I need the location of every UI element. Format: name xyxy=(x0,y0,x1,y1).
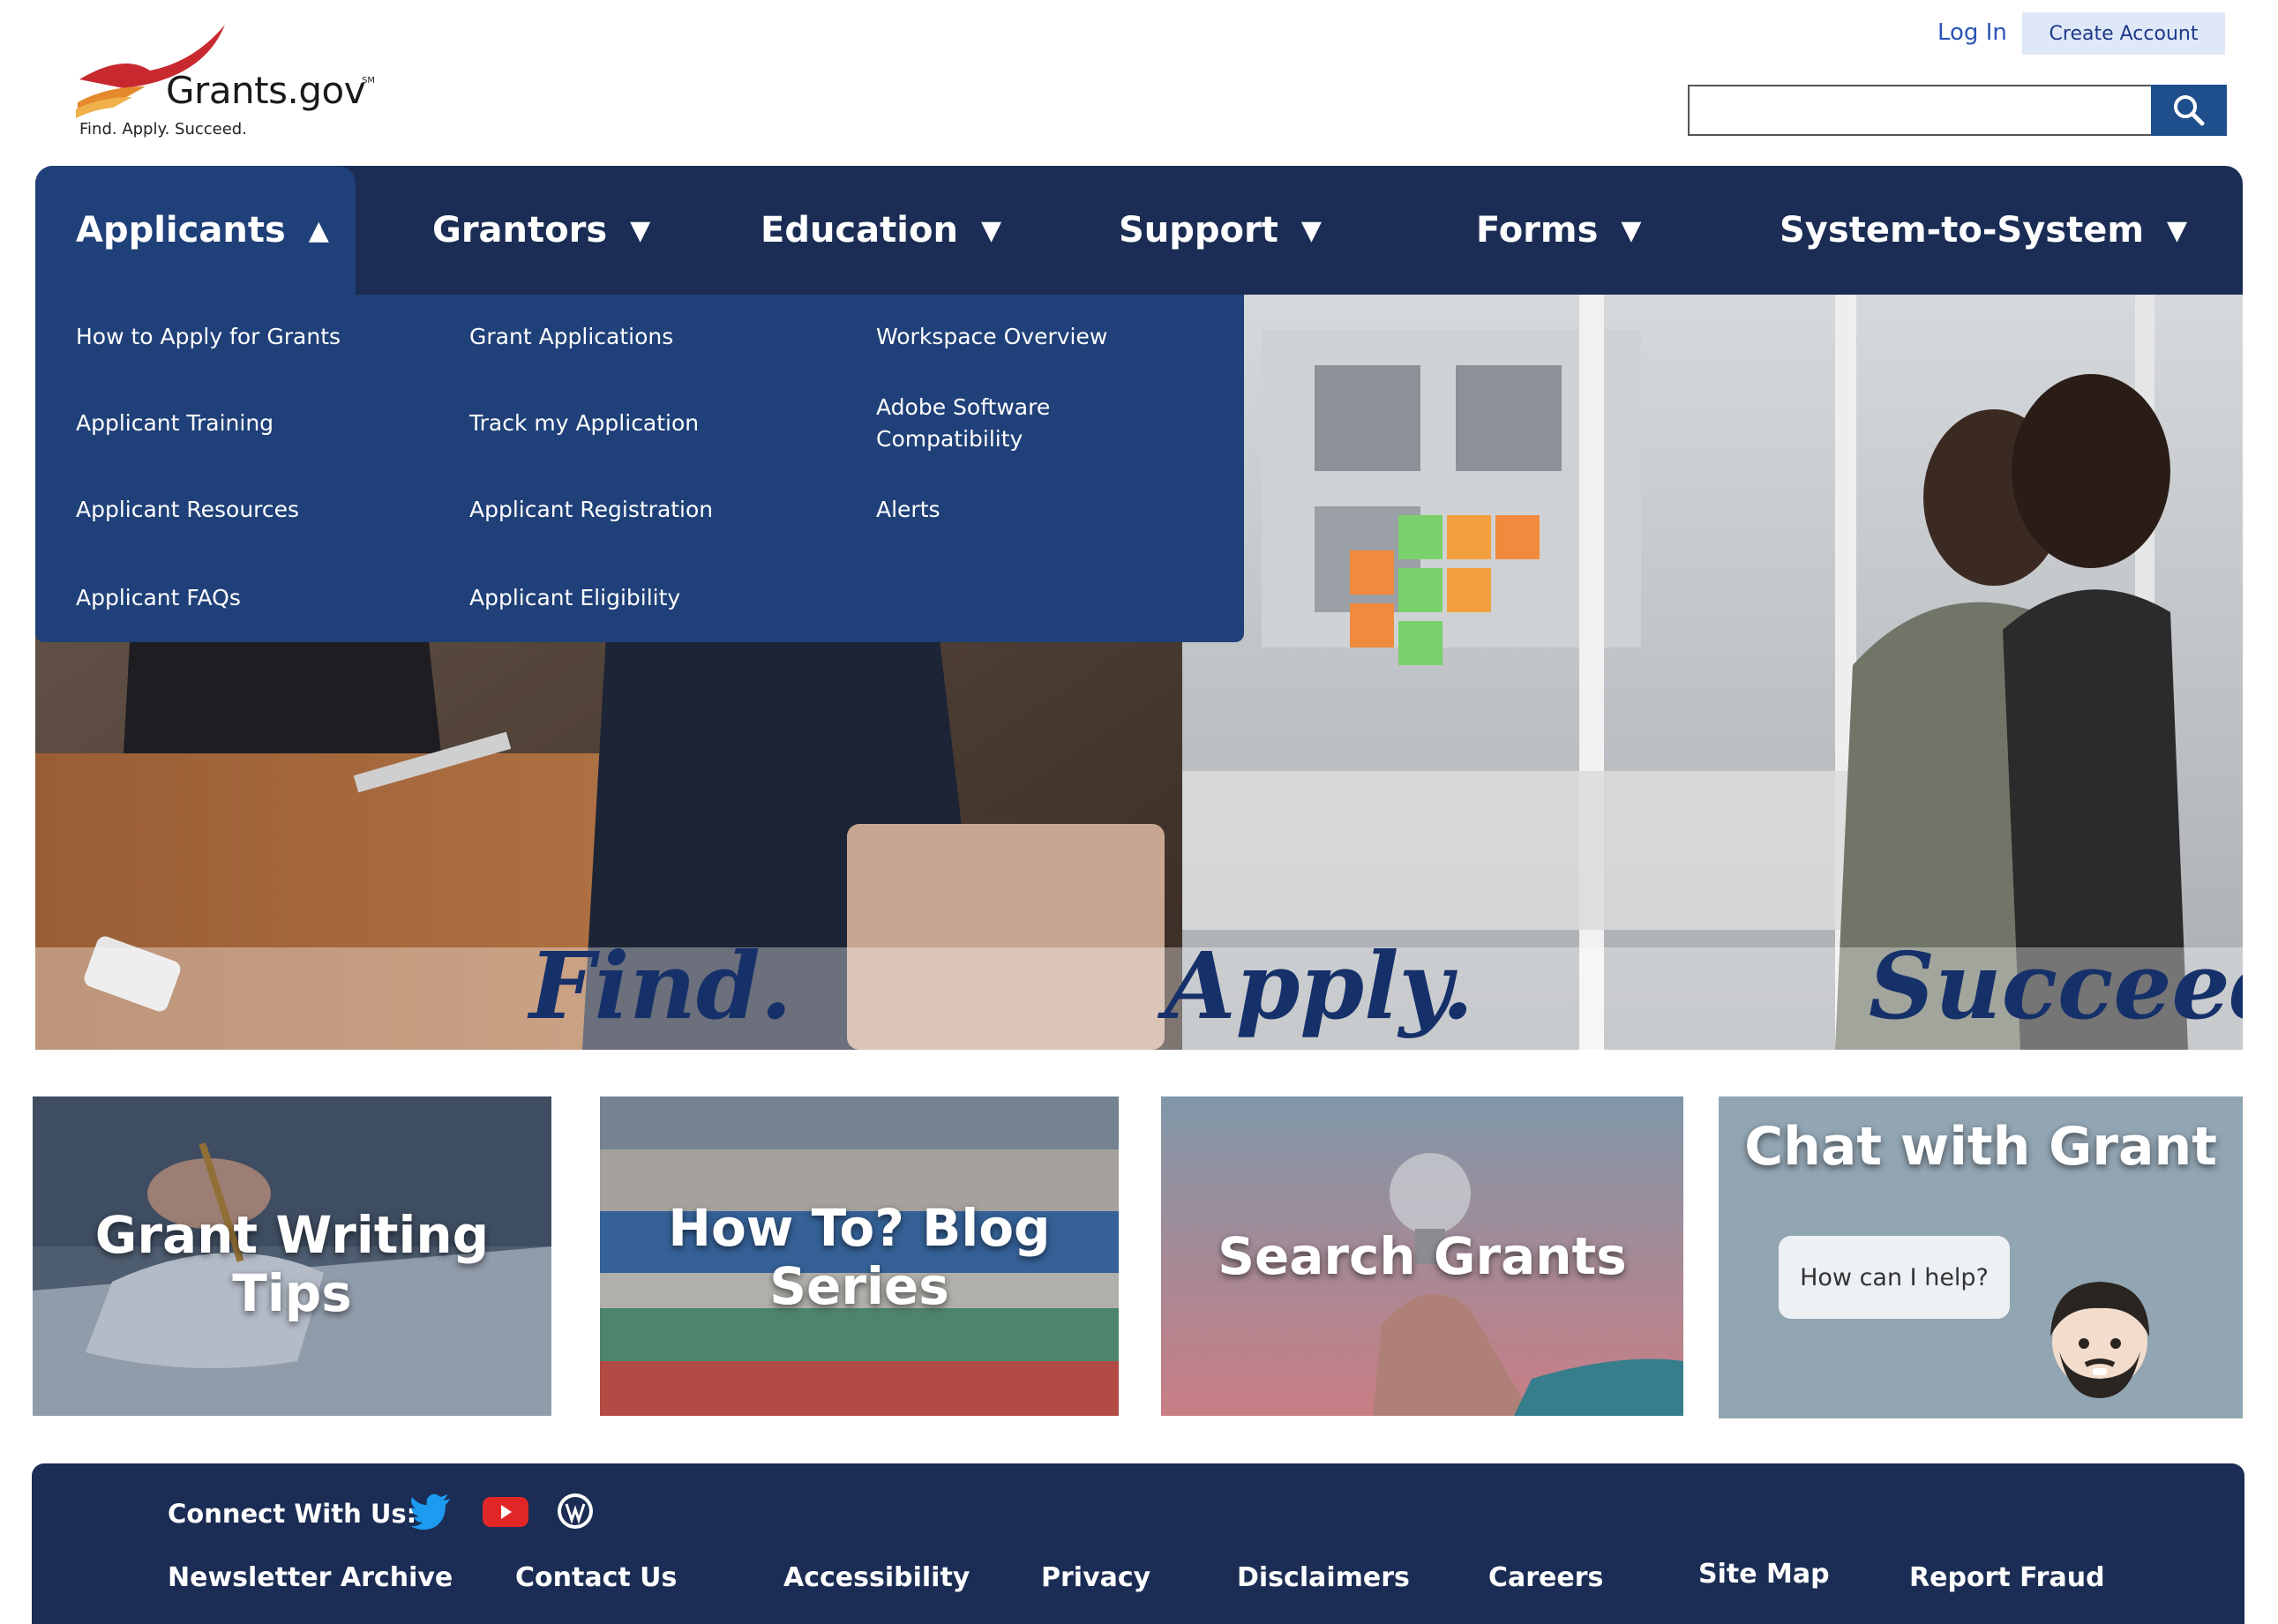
site-footer: Connect With Us: Newsletter Archive Cont… xyxy=(32,1463,2244,1624)
caret-up-icon: ▲ xyxy=(308,214,329,246)
nav-label: Support xyxy=(1119,210,1278,251)
hero-apply-text: Apply. xyxy=(1165,932,1474,1040)
hero-succeed-text: Succeed. xyxy=(1869,932,2243,1040)
menu-link[interactable]: How to Apply for Grants xyxy=(76,321,341,353)
menu-link[interactable]: Adobe Software Compatibility xyxy=(876,392,1105,455)
footer-link-report-fraud[interactable]: Report Fraud xyxy=(1909,1562,2105,1593)
nav-label: Education xyxy=(761,210,958,251)
menu-link[interactable]: Applicant Registration xyxy=(469,494,713,526)
nav-support[interactable]: Support ▼ xyxy=(1119,166,1322,295)
nav-label: System-to-System xyxy=(1780,210,2145,251)
nav-grantors[interactable]: Grantors ▼ xyxy=(432,166,650,295)
connect-label: Connect With Us: xyxy=(168,1499,417,1529)
nav-system-to-system[interactable]: System-to-System ▼ xyxy=(1780,166,2187,295)
chatbot-avatar-icon xyxy=(2050,1282,2149,1398)
nav-education[interactable]: Education ▼ xyxy=(761,166,1001,295)
card-grant-writing-tips[interactable]: Grant Writing Tips xyxy=(33,1096,551,1416)
logo-service-mark: SM xyxy=(362,76,375,86)
twitter-icon[interactable] xyxy=(409,1490,452,1532)
menu-link[interactable]: Alerts xyxy=(876,494,940,526)
menu-link[interactable]: Applicant Resources xyxy=(76,494,299,526)
card-title: Search Grants xyxy=(1218,1226,1627,1286)
nav-label: Applicants xyxy=(76,210,286,251)
footer-link-careers[interactable]: Careers xyxy=(1488,1562,1603,1593)
footer-link-accessibility[interactable]: Accessibility xyxy=(783,1562,970,1593)
search-button[interactable] xyxy=(2151,85,2227,136)
card-title: How To? Blog Series xyxy=(668,1198,1051,1316)
grants-gov-logo[interactable]: Grants.gov SM Find. Apply. Succeed. xyxy=(71,18,406,150)
nav-label: Forms xyxy=(1476,210,1599,251)
create-account-button[interactable]: Create Account xyxy=(2022,12,2225,55)
main-navigation: Applicants ▲ Grantors ▼ Education ▼ Supp… xyxy=(35,166,2243,295)
card-chat-with-grant[interactable]: Chat with Grant How can I help? xyxy=(1719,1096,2243,1418)
footer-link-newsletter[interactable]: Newsletter Archive xyxy=(168,1562,453,1593)
menu-link[interactable]: Grant Applications xyxy=(469,321,673,353)
caret-down-icon: ▼ xyxy=(980,214,1002,246)
menu-link[interactable]: Applicant Training xyxy=(76,408,274,439)
chat-bubble: How can I help? xyxy=(1779,1236,2010,1319)
menu-link[interactable]: Applicant FAQs xyxy=(76,582,241,614)
nav-label: Grantors xyxy=(432,210,608,251)
caret-down-icon: ▼ xyxy=(1621,214,1642,246)
hero-find-text: Find. xyxy=(529,932,792,1040)
card-title: Grant Writing Tips xyxy=(94,1205,490,1323)
applicants-dropdown-menu: How to Apply for Grants Applicant Traini… xyxy=(35,295,1244,642)
menu-link[interactable]: Applicant Eligibility xyxy=(469,582,680,614)
card-search-grants[interactable]: Search Grants xyxy=(1161,1096,1683,1416)
menu-link[interactable]: Workspace Overview xyxy=(876,321,1107,353)
login-link[interactable]: Log In xyxy=(1937,19,2007,46)
search-input[interactable] xyxy=(1688,85,2153,136)
logo-tagline: Find. Apply. Succeed. xyxy=(79,120,247,138)
menu-link[interactable]: Track my Application xyxy=(469,408,699,439)
wordpress-icon[interactable] xyxy=(554,1490,596,1532)
caret-down-icon: ▼ xyxy=(2167,214,2188,246)
caret-down-icon: ▼ xyxy=(1300,214,1322,246)
card-title: Chat with Grant xyxy=(1744,1116,2217,1178)
footer-link-sitemap[interactable]: Site Map xyxy=(1698,1559,1830,1590)
card-how-to-blog-series[interactable]: How To? Blog Series xyxy=(600,1096,1119,1416)
youtube-icon[interactable] xyxy=(481,1490,530,1532)
footer-link-contact[interactable]: Contact Us xyxy=(515,1562,677,1593)
nav-forms[interactable]: Forms ▼ xyxy=(1476,166,1641,295)
search-icon xyxy=(2174,95,2205,126)
caret-down-icon: ▼ xyxy=(630,214,651,246)
logo-text: Grants.gov xyxy=(166,69,366,112)
footer-link-disclaimers[interactable]: Disclaimers xyxy=(1237,1562,1410,1593)
nav-applicants[interactable]: Applicants ▲ xyxy=(35,166,356,295)
footer-link-privacy[interactable]: Privacy xyxy=(1041,1562,1150,1593)
